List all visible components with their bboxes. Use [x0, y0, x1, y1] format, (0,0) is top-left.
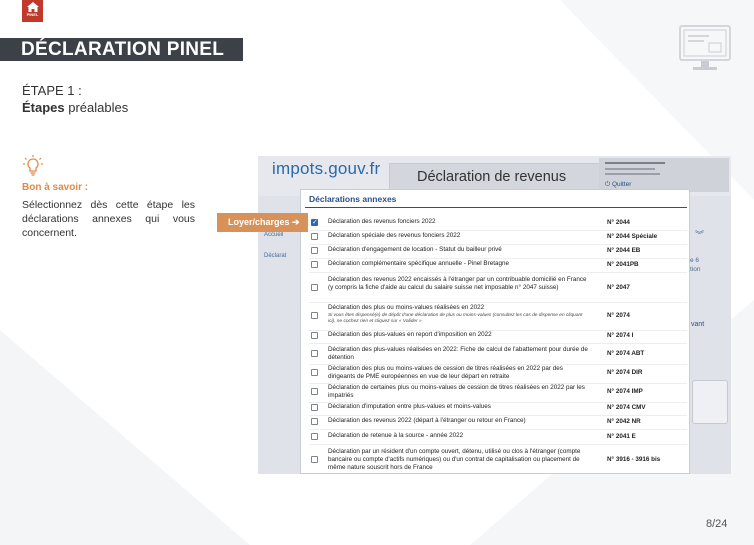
user-info-line — [605, 173, 660, 175]
declaration-row[interactable]: Déclaration des plus-values en report d'… — [309, 331, 687, 341]
declaration-code: N° 2044 Spéciale — [607, 233, 658, 240]
quit-link[interactable]: ⏻ Quitter — [605, 181, 631, 189]
declaration-code: N° 2041PB — [607, 261, 639, 268]
declaration-checkbox[interactable] — [311, 350, 318, 357]
tax-site-screenshot: impots.gouv.fr Déclaration de revenus ⏻ … — [258, 156, 731, 474]
declaration-label: Déclaration de certaines plus ou moins-v… — [328, 384, 585, 399]
row-divider — [309, 230, 687, 231]
house-icon — [26, 2, 39, 12]
declaration-row[interactable]: Déclaration par un résident d'un compte … — [309, 448, 687, 472]
nav-item-accueil[interactable]: Accueil — [264, 232, 283, 238]
declaration-checkbox[interactable] — [311, 247, 318, 254]
right-fragment: e 6 — [690, 257, 700, 264]
declaration-label: Déclaration des plus-values réalisées en… — [328, 346, 588, 361]
declaration-label: Déclaration complémentaire spécifique an… — [328, 260, 509, 267]
declaration-checkbox[interactable] — [311, 418, 318, 425]
row-divider — [309, 343, 687, 344]
declaration-code: N° 2041 E — [607, 433, 636, 440]
declaration-checkbox[interactable] — [311, 369, 318, 376]
declaration-note: Si vous êtes dispensé(e) de dépôt d'une … — [328, 313, 583, 324]
tip-title: Bon à savoir : — [22, 182, 89, 193]
declaration-code: N° 2074 DIR — [607, 369, 643, 376]
chevron-down-icon[interactable]: ︾ — [695, 228, 704, 241]
loyer-charges-callout: Loyer/charges ➔ — [217, 213, 308, 232]
declaration-label: Déclaration spéciale des revenus foncier… — [328, 232, 461, 239]
page-title: DÉCLARATION PINEL — [0, 38, 243, 61]
modal-title: Déclarations annexes — [305, 194, 687, 208]
declaration-checkbox[interactable] — [311, 388, 318, 395]
row-divider — [309, 444, 687, 445]
declaration-label: Déclaration des plus-values en report d'… — [328, 331, 492, 338]
declaration-label: Déclaration des plus ou moins-values de … — [328, 365, 563, 380]
step-subtitle: Étapes préalables — [22, 100, 128, 115]
declaration-label: Déclaration des plus ou moins-values réa… — [328, 304, 485, 311]
declaration-checkbox[interactable] — [311, 233, 318, 240]
nav-item-declaration[interactable]: Déclarat — [264, 253, 286, 259]
declaration-checkbox[interactable] — [311, 312, 318, 319]
declaration-code: N° 2074 — [607, 312, 630, 319]
pinel-logo: PINEL — [22, 0, 43, 22]
row-divider — [309, 415, 687, 416]
row-divider — [309, 272, 687, 273]
step-subtitle-bold: Étapes — [22, 100, 65, 115]
declaration-label: Déclaration des revenus 2022 (départ à l… — [328, 417, 526, 424]
site-page-title: Déclaration de revenus — [417, 169, 567, 185]
declaration-row[interactable]: Déclaration spéciale des revenus foncier… — [309, 232, 687, 242]
row-divider — [309, 244, 687, 245]
lightbulb-icon — [23, 155, 43, 176]
declaration-code: N° 2074 I — [607, 332, 634, 339]
monitor-icon — [679, 25, 731, 70]
declaration-checkbox[interactable] — [311, 433, 318, 440]
declaration-label: Déclaration d'imputation entre plus-valu… — [328, 403, 491, 410]
declaration-code: N° 2074 CMV — [607, 404, 646, 411]
declaration-code: N° 2044 — [607, 219, 630, 226]
right-link-fragment[interactable]: vant — [691, 321, 704, 328]
declaration-code: N° 2074 IMP — [607, 388, 643, 395]
user-name-line — [605, 162, 665, 164]
declaration-row[interactable]: Déclaration des plus ou moins-values réa… — [309, 304, 687, 328]
logo-text: PINEL — [26, 12, 39, 17]
declaration-row[interactable]: Déclaration des plus-values réalisées en… — [309, 346, 687, 362]
user-info-line — [605, 168, 655, 170]
declaration-checkbox[interactable] — [311, 261, 318, 268]
declaration-code: N° 2044 EB — [607, 247, 641, 254]
declaration-label: Déclaration des revenus 2022 encaissés à… — [328, 276, 587, 291]
page-number: 8/24 — [706, 518, 728, 530]
declaration-checkbox[interactable] — [311, 218, 318, 226]
declaration-label: Déclaration de retenue à la source - ann… — [328, 432, 464, 439]
step-label: ÉTAPE 1 : — [22, 83, 82, 98]
declaration-row[interactable]: Déclaration des revenus fonciers 2022 N° … — [309, 218, 687, 228]
declaration-code: N° 2074 ABT — [607, 350, 645, 357]
declaration-checkbox[interactable] — [311, 404, 318, 411]
row-divider — [309, 258, 687, 259]
declaration-code: N° 2042 NR — [607, 418, 641, 425]
annex-declarations-modal: Déclarations annexes Déclaration des rev… — [300, 189, 690, 474]
declaration-row[interactable]: Déclaration de certaines plus ou moins-v… — [309, 384, 687, 400]
declaration-row[interactable]: Déclaration des revenus 2022 encaissés à… — [309, 276, 687, 300]
declaration-label: Déclaration d'engagement de location - S… — [328, 246, 502, 253]
row-divider — [309, 429, 687, 430]
declaration-checkbox[interactable] — [311, 456, 318, 463]
declaration-label: Déclaration des revenus fonciers 2022 — [328, 218, 436, 225]
right-fragment: tion — [690, 266, 701, 273]
declaration-row[interactable]: Déclaration d'imputation entre plus-valu… — [309, 403, 687, 413]
declaration-row[interactable]: Déclaration complémentaire spécifique an… — [309, 260, 687, 270]
step-subtitle-rest: préalables — [64, 100, 129, 115]
declaration-row[interactable]: Déclaration d'engagement de location - S… — [309, 246, 687, 256]
side-card — [692, 380, 728, 424]
declaration-row[interactable]: Déclaration des plus ou moins-values de … — [309, 365, 687, 381]
declaration-row[interactable]: Déclaration des revenus 2022 (départ à l… — [309, 417, 687, 427]
row-divider — [309, 302, 687, 303]
site-logo: impots.gouv.fr — [272, 159, 381, 178]
tip-text: Sélectionnez dès cette étape les déclara… — [22, 199, 195, 239]
declaration-code: N° 2047 — [607, 284, 630, 291]
declaration-code: N° 3916 - 3916 bis — [607, 456, 661, 463]
declaration-checkbox[interactable] — [311, 284, 318, 291]
declaration-checkbox[interactable] — [311, 332, 318, 339]
declaration-label: Déclaration par un résident d'un compte … — [328, 448, 581, 471]
declaration-row[interactable]: Déclaration de retenue à la source - ann… — [309, 432, 687, 442]
